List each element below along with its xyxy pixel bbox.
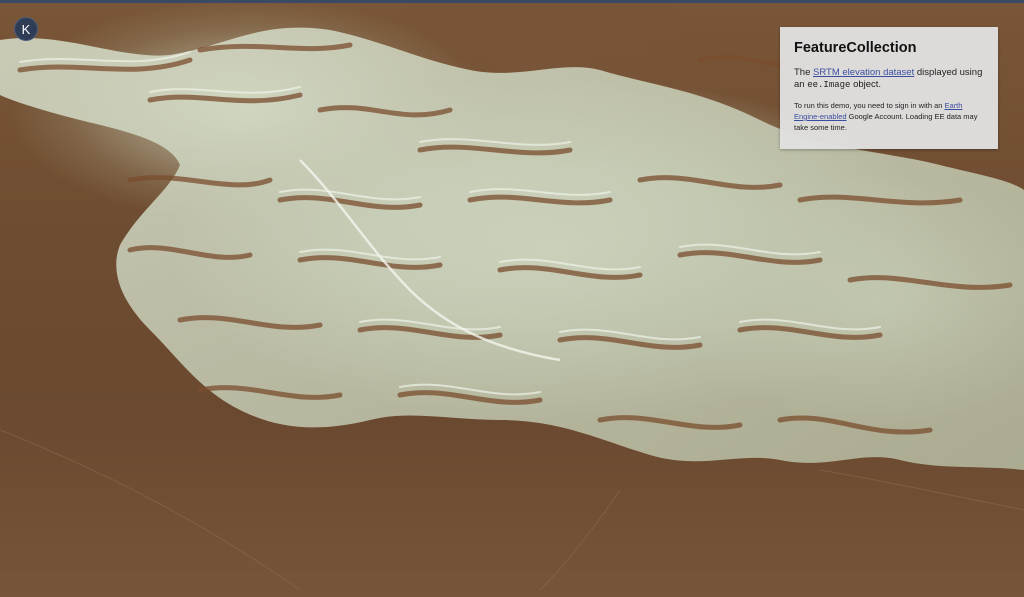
info-panel-description: The SRTM elevation dataset displayed usi… bbox=[794, 67, 984, 91]
note-prefix: To run this demo, you need to sign in wi… bbox=[794, 101, 945, 110]
map-viewport[interactable]: K FeatureCollection The SRTM elevation d… bbox=[0, 0, 1024, 597]
info-panel-title: FeatureCollection bbox=[794, 40, 917, 56]
srtm-dataset-link[interactable]: SRTM elevation dataset bbox=[813, 67, 914, 78]
desc-suffix: object. bbox=[850, 79, 882, 90]
info-panel-note: To run this demo, you need to sign in wi… bbox=[794, 100, 984, 133]
user-avatar[interactable]: K bbox=[14, 17, 38, 41]
ee-image-code: ee.Image bbox=[807, 80, 851, 90]
info-panel: FeatureCollection The SRTM elevation dat… bbox=[780, 27, 998, 149]
desc-prefix: The bbox=[794, 67, 814, 78]
